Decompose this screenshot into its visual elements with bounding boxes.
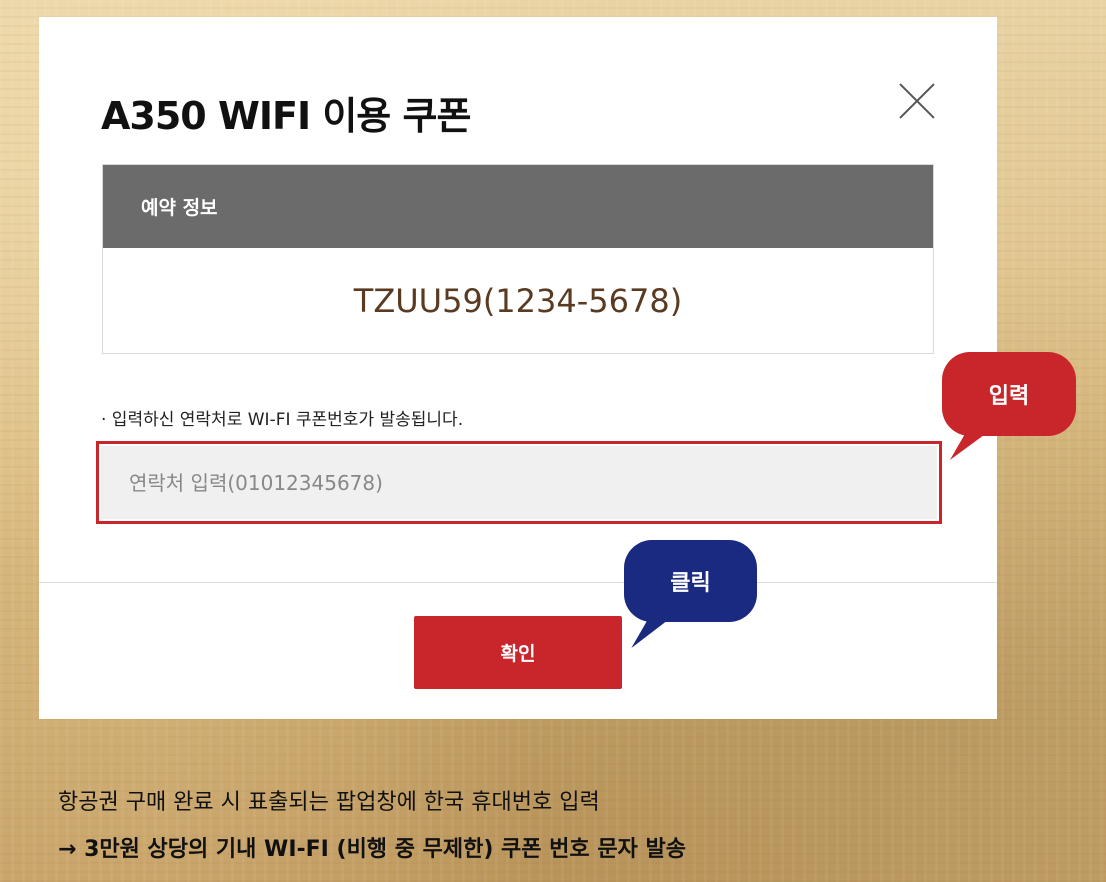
caption-line-1: 항공권 구매 완료 시 표출되는 팝업창에 한국 휴대번호 입력 — [58, 790, 600, 815]
reservation-info-box: 예약 정보 TZUU59(1234-5678) — [102, 164, 934, 354]
close-icon[interactable] — [895, 79, 939, 123]
caption-line-2: → 3만원 상당의 기내 WI-FI (비행 중 무제한) 쿠폰 번호 문자 발… — [58, 837, 686, 862]
notice-text: · 입력하신 연락처로 WI-FI 쿠폰번호가 발송됩니다. — [101, 410, 464, 430]
reservation-header: 예약 정보 — [103, 165, 933, 248]
wifi-coupon-modal: A350 WIFI 이용 쿠폰 예약 정보 TZUU59(1234-5678) … — [39, 17, 997, 719]
input-callout-bubble: 입력 — [942, 352, 1076, 436]
phone-input[interactable] — [101, 446, 937, 519]
divider — [39, 582, 997, 583]
phone-input-highlight — [96, 441, 942, 524]
confirm-button[interactable]: 확인 — [414, 616, 622, 689]
reservation-value: TZUU59(1234-5678) — [353, 282, 683, 320]
modal-title: A350 WIFI 이용 쿠폰 — [101, 94, 471, 138]
click-callout-bubble: 클릭 — [624, 540, 757, 622]
